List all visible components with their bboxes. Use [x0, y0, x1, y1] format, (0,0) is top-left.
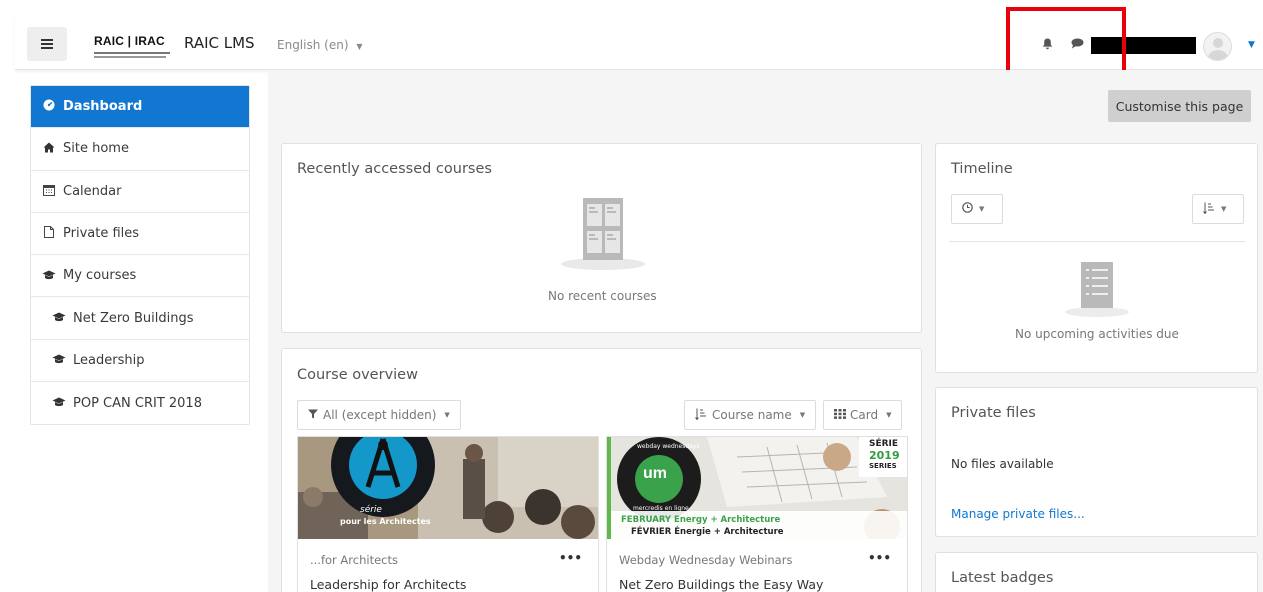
sidebar-item-leadership[interactable]: Leadership — [31, 340, 249, 383]
sort-icon — [695, 408, 707, 423]
image-caption: série — [360, 505, 382, 515]
timeline-sort-button[interactable]: ▼ — [1192, 194, 1244, 224]
image-caption: webday wednesdays — [637, 443, 700, 450]
language-menu[interactable]: English (en) ▼ — [277, 38, 362, 52]
file-icon — [41, 226, 57, 241]
course-name-link[interactable]: Leadership for Architects — [310, 577, 466, 592]
customise-page-button[interactable]: Customise this page — [1108, 90, 1251, 122]
no-recent-courses-text: No recent courses — [548, 289, 657, 303]
sidebar-item-label: Leadership — [73, 352, 145, 368]
image-caption: 2019 — [869, 449, 900, 462]
block-title: Recently accessed courses — [297, 161, 492, 177]
home-icon — [41, 142, 57, 156]
graduation-cap-icon — [51, 353, 67, 367]
course-overview-block: Course overview All (except hidden) ▼ Co… — [281, 348, 922, 592]
divider — [949, 241, 1245, 242]
no-files-text: No files available — [951, 457, 1054, 471]
dashboard-icon — [41, 99, 57, 114]
filter-icon — [308, 408, 318, 422]
image-caption: FEBRUARY Energy + Architecture — [621, 515, 781, 525]
menu-toggle-button[interactable] — [27, 27, 67, 61]
course-image[interactable]: um webday wednesdays mercredis en ligne … — [607, 437, 907, 539]
private-files-block: Private files No files available Manage … — [935, 387, 1258, 537]
timeline-block: Timeline ▼ ▼ No upcoming activities due — [935, 143, 1258, 373]
timeline-filter-button[interactable]: ▼ — [951, 194, 1003, 224]
graduation-cap-icon — [51, 311, 67, 325]
course-category: ...for Architects — [310, 553, 398, 567]
sort-label: Course name — [712, 408, 792, 422]
image-caption: SERIES — [869, 462, 897, 470]
course-category: Webday Wednesday Webinars — [619, 553, 793, 567]
sidebar-item-label: POP CAN CRIT 2018 — [73, 395, 202, 411]
sidebar-item-label: Dashboard — [63, 99, 143, 115]
grid-icon — [834, 408, 846, 422]
chevron-down-icon: ▼ — [1221, 205, 1227, 213]
chevron-down-icon: ▼ — [799, 411, 806, 419]
logo-subline — [94, 52, 170, 54]
graduation-cap-icon — [41, 269, 57, 283]
calendar-icon — [41, 184, 57, 199]
block-title: Latest badges — [951, 570, 1054, 586]
chevron-down-icon: ▼ — [356, 42, 363, 51]
more-options-icon[interactable]: ••• — [559, 551, 582, 565]
nav-drawer: Dashboard Site home Calendar Private fil… — [30, 85, 250, 426]
sidebar-item-calendar[interactable]: Calendar — [31, 171, 249, 213]
chevron-down-icon: ▼ — [979, 205, 985, 213]
image-caption: um — [643, 465, 667, 482]
chevron-down-icon[interactable]: ▼ — [1248, 40, 1255, 50]
image-caption: pour les Architectes — [340, 517, 431, 526]
language-label: English (en) — [277, 38, 349, 52]
block-title: Course overview — [297, 367, 418, 383]
sort-icon — [1203, 202, 1215, 217]
image-caption: mercredis en ligne — [633, 505, 689, 512]
sidebar-item-label: Calendar — [63, 183, 122, 199]
sidebar-item-label: Site home — [63, 141, 129, 157]
raic-logo[interactable]: RAIC | IRAC — [94, 30, 176, 60]
sidebar-item-site-home[interactable]: Site home — [31, 128, 249, 171]
course-card[interactable]: um webday wednesdays mercredis en ligne … — [606, 436, 908, 592]
block-title: Timeline — [951, 161, 1013, 177]
course-name-link[interactable]: Net Zero Buildings the Easy Way — [619, 577, 823, 592]
view-label: Card — [850, 408, 879, 422]
clock-icon — [962, 202, 973, 216]
course-image[interactable]: série pour les Architectes — [298, 437, 598, 539]
sort-dropdown-button[interactable]: Course name ▼ — [684, 400, 817, 430]
site-name[interactable]: RAIC LMS — [184, 34, 255, 52]
chevron-down-icon: ▼ — [886, 411, 892, 419]
filter-label: All (except hidden) — [323, 408, 437, 422]
graduation-cap-icon — [51, 396, 67, 410]
sidebar-item-label: Private files — [63, 226, 140, 242]
chevron-down-icon: ▼ — [444, 411, 450, 419]
hamburger-icon — [41, 39, 53, 49]
sidebar-item-label: My courses — [63, 268, 137, 284]
block-title: Private files — [951, 405, 1036, 421]
logo-text: RAIC | IRAC — [94, 34, 165, 48]
no-activities-text: No upcoming activities due — [1015, 327, 1179, 341]
image-caption: FÉVRIER Énergie + Architecture — [631, 527, 784, 537]
view-dropdown-button[interactable]: Card ▼ — [823, 400, 903, 430]
filter-dropdown-button[interactable]: All (except hidden) ▼ — [297, 400, 461, 430]
activities-empty-icon — [1064, 258, 1130, 322]
course-card[interactable]: série pour les Architectes ...for Archit… — [297, 436, 599, 592]
latest-badges-block: Latest badges — [935, 552, 1258, 592]
avatar[interactable] — [1203, 32, 1232, 61]
image-caption: SÉRIE — [869, 439, 899, 449]
sidebar-item-private-files[interactable]: Private files — [31, 213, 249, 256]
recent-courses-block: Recently accessed courses No recent cour… — [281, 143, 922, 333]
sidebar-item-my-courses[interactable]: My courses — [31, 255, 249, 298]
more-options-icon[interactable]: ••• — [868, 551, 891, 565]
manage-private-files-link[interactable]: Manage private files... — [951, 507, 1085, 521]
sidebar-item-label: Net Zero Buildings — [73, 310, 194, 326]
sidebar-item-net-zero-buildings[interactable]: Net Zero Buildings — [31, 297, 249, 340]
sidebar-item-dashboard[interactable]: Dashboard — [31, 86, 249, 129]
logo-subline — [94, 56, 166, 58]
courses-empty-icon — [560, 194, 646, 276]
sidebar-item-pop-can-crit[interactable]: POP CAN CRIT 2018 — [31, 382, 249, 424]
